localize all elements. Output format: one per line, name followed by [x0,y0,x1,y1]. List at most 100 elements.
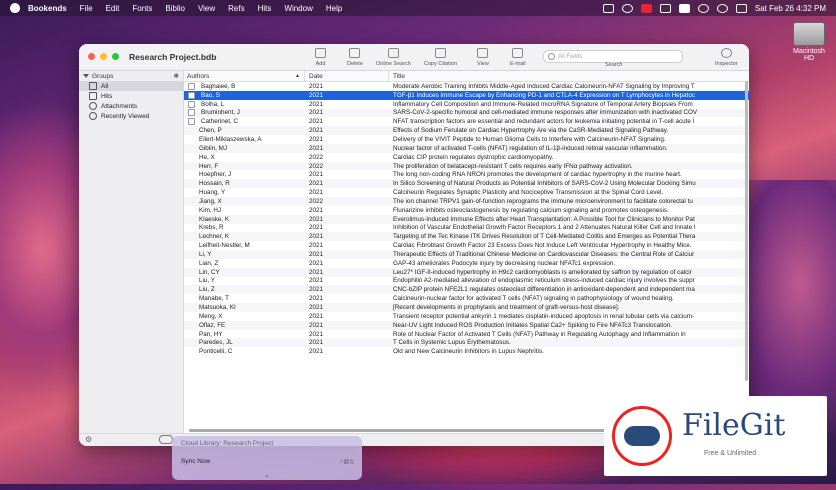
column-authors[interactable]: Authors ▲ [184,71,305,81]
menu-help[interactable]: Help [326,4,342,13]
table-row[interactable]: Leifheit-Nestler, M 2021 Cardiac Fibroblas… [184,241,749,250]
menu-fonts[interactable]: Fonts [132,4,152,13]
menu-window[interactable]: Window [284,4,312,13]
cloud-library-title: Cloud Library: Research Project [181,440,274,447]
cell-author: He, X [199,153,215,161]
status-icon[interactable] [621,3,633,13]
table-row[interactable]: Lin, CY 2021 Leu27* IGF-II-induced hypertr… [184,267,749,277]
minimize-button[interactable] [100,53,107,60]
cell-title: Calcineurin Regulates Synaptic Plasticit… [393,189,664,197]
sync-now-item[interactable]: Sync Now [181,458,210,465]
table-row[interactable]: Lian, Z 2021 GAP-43 ameliorates Podocyte i… [184,259,749,268]
table-row[interactable]: Liu, Y 2021 Endophilin A2-mediated allevia… [184,277,749,286]
disclosure-icon[interactable] [83,74,89,78]
online-search-button[interactable]: Online Search [376,48,411,67]
table-row[interactable]: Chen, P 2021 Effects of Sodium Ferulate on… [184,126,749,136]
cell-date: 2021 [309,189,324,197]
status-icon[interactable] [602,3,614,13]
column-title[interactable]: Title [389,71,749,81]
copy-citation-button[interactable]: Copy Citation [424,48,457,67]
view-button[interactable]: View [477,48,489,67]
cell-author: Matsuoka, KI [199,304,236,312]
table-row[interactable]: He, X 2022 Cardiac CIP protein regulates d… [184,153,749,162]
search-icon[interactable] [716,3,728,13]
menu-app[interactable]: Bookends [28,4,67,13]
sidebar-item-hits[interactable]: Hits [79,91,183,101]
table-row[interactable]: Ellert-Miklaszewska, A 2021 Delivery of th… [184,135,749,144]
cell-title: In Silico Screening of Natural Products … [393,180,696,188]
battery-icon[interactable] [678,3,690,13]
table-row[interactable]: Liu, Z 2021 CNC-bZIP protein NFE2L1 regula… [184,285,749,295]
cell-author: Manabe, T [199,295,229,303]
table-row[interactable]: Li, Y 2021 Therapeutic Effects of Traditio… [184,250,749,259]
cell-date: 2022 [309,153,324,161]
table-row[interactable]: Hossain, R 2021 In Silico Screening of Nat… [184,179,749,189]
cell-date: 2021 [309,91,324,99]
inspector-button[interactable]: Inspector [715,48,738,67]
groups-header[interactable]: Groups ✱ [79,71,183,81]
menu-edit[interactable]: Edit [106,4,120,13]
table-row[interactable]: Kim, HJ 2021 Flunarizine inhibits osteocla… [184,206,749,215]
email-button[interactable]: E-mail [510,48,526,67]
table-row[interactable]: Manabe, T 2021 Calcineurin-nuclear factor … [184,294,749,303]
delete-button[interactable]: Delete [347,48,363,67]
zoom-button[interactable] [112,53,119,60]
vertical-scrollbar[interactable] [745,81,748,381]
watermark-banner: FileGit Free & Unlimited [604,396,827,476]
row-checkbox[interactable] [188,91,195,99]
table-row[interactable]: Ponticelli, C 2021 Old and New Calcineurin… [184,347,749,356]
table-row[interactable]: Meng, X 2021 Transient receptor potential … [184,312,749,321]
table-row[interactable]: Paredes, JL 2021 T Cells in Systemic Lupus… [184,338,749,348]
table-row[interactable]: Baghaiee, B 2021 Moderate Aerobic Training… [184,82,749,91]
table-row[interactable]: Giblin, MJ 2021 Nuclear factor of activate… [184,143,749,153]
menu-refs[interactable]: Refs [228,4,244,13]
table-row[interactable]: Pan, HY 2021 Role of Nuclear Factor of Act… [184,330,749,339]
sidebar-item-all[interactable]: All [79,81,183,91]
table-row[interactable]: Klaeske, K 2021 Everolimus-Induced Immune … [184,214,749,224]
wifi-icon[interactable] [697,3,709,13]
column-date[interactable]: Date [305,71,389,81]
desktop-disk[interactable]: Macintosh HD [789,22,829,62]
status-icon[interactable] [659,3,671,13]
cell-date: 2021 [309,118,324,126]
sidebar-item-attachments[interactable]: Attachments [79,101,183,111]
row-checkbox[interactable] [188,118,195,126]
table-row[interactable]: Matsuoka, KI 2021 [Recent developments in … [184,303,749,312]
input-source-icon[interactable] [640,3,652,13]
cell-author: Hoepfner, J [199,171,232,179]
table-row[interactable]: Oflaz, FE 2021 Near-UV Light Induced ROS P… [184,320,749,330]
chevron-down-icon[interactable]: ⌄ [264,471,270,479]
apple-icon[interactable] [10,3,20,13]
sidebar-item-recently-viewed[interactable]: Recently Viewed [79,111,183,121]
table-row[interactable]: Bruminhent, J 2021 SARS-CoV-2-specific hum… [184,108,749,118]
row-checkbox[interactable] [188,82,195,90]
menu-file[interactable]: File [80,4,93,13]
table-row[interactable]: Lechner, K 2021 Targeting of the Tec Kinas… [184,232,749,242]
table-row[interactable]: Bao, S 2021 TGF-β1 Induces Immune Escape b… [184,90,749,100]
table-row[interactable]: Huang, Y 2021 Calcineurin Regulates Synapt… [184,188,749,197]
table-row[interactable]: Bolha, L 2021 Inflammatory Cell Compositio… [184,100,749,109]
menu-hits[interactable]: Hits [258,4,272,13]
table-row[interactable]: Hoepfner, J 2021 The long non-coding RNA N… [184,170,749,179]
table-row[interactable]: Jiang, X 2022 The ion channel TRPV1 gain-o… [184,196,749,206]
clock[interactable]: Sat Feb 26 4:32 PM [755,4,826,13]
table-row[interactable]: Herr, F 2022 The proliferation of belatace… [184,161,749,171]
menu-biblio[interactable]: Biblio [165,4,185,13]
add-button[interactable]: Add [315,48,326,67]
cell-author: Hossain, R [199,180,230,188]
table-row[interactable]: Krebs, R 2021 Inhibition of Vascular Endot… [184,224,749,233]
row-checkbox[interactable] [188,100,195,108]
close-button[interactable] [88,53,95,60]
table-row[interactable]: Catherinet, C 2021 NFAT transcription fact… [184,117,749,126]
groups-settings-icon[interactable]: ✱ [174,72,179,80]
menu-view[interactable]: View [198,4,215,13]
cell-title: Flunarizine inhibits osteoclastogenesis … [393,206,669,214]
cell-author: Li, Y [199,250,212,258]
horizontal-scrollbar[interactable] [189,429,609,432]
cloud-sync-menu: Cloud Library: Research Project Sync Now… [172,436,362,480]
control-center-icon[interactable] [735,3,747,13]
cloud-icon[interactable] [159,435,173,444]
row-checkbox[interactable] [188,109,195,117]
cell-title: The long non-coding RNA NRON promotes th… [393,171,682,179]
gear-icon[interactable]: ⚙ [85,435,92,444]
